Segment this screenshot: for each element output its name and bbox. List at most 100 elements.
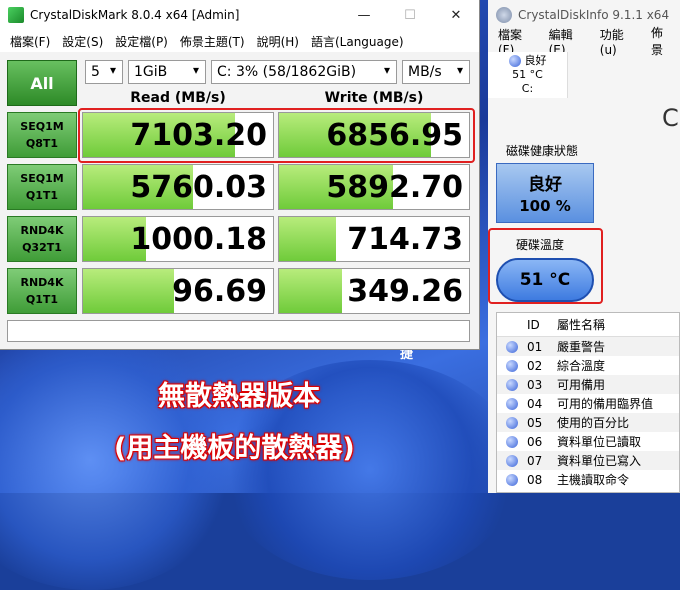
test-label-line2: Q1T1 [25, 189, 59, 202]
menu-help[interactable]: 說明(H) [251, 33, 305, 50]
menu-settings[interactable]: 設定(S) [56, 33, 109, 50]
status-dot-icon [506, 378, 518, 391]
attr-id: 04 [527, 396, 543, 411]
attr-id: 08 [527, 472, 543, 487]
test-button-rnd4k-q32t1[interactable]: RND4K Q32T1 [7, 216, 77, 262]
test-label-line1: SEQ1M [20, 120, 64, 133]
list-item[interactable]: 01 嚴重警告 [497, 337, 679, 356]
attr-name: 嚴重警告 [557, 340, 606, 354]
drive-select-value: C: 3% (58/1862GiB) [217, 64, 357, 80]
read-value: 5760.03 [130, 170, 267, 205]
attr-name: 主機讀取命令 [557, 473, 630, 487]
crystaldiskmark-app-icon [8, 7, 24, 23]
unit-select[interactable]: MB/s ▾ [402, 60, 470, 84]
cdi-menu-theme[interactable]: 佈景 [645, 24, 680, 58]
drive-tab-letter: C: [521, 82, 534, 95]
test-label-line1: RND4K [20, 276, 64, 289]
cdi-menu-function[interactable]: 功能(u) [594, 26, 645, 57]
write-result-rnd4k-q32t1: 714.73 [278, 216, 470, 262]
chevron-down-icon: ▾ [456, 63, 463, 77]
all-button[interactable]: All [7, 60, 77, 106]
test-button-seq1m-q8t1[interactable]: SEQ1M Q8T1 [7, 112, 77, 158]
status-dot-icon [506, 397, 518, 410]
attr-name: 可用備用 [557, 378, 606, 392]
chevron-down-icon: ▾ [383, 63, 390, 77]
size-select[interactable]: 1GiB ▾ [128, 60, 206, 84]
list-item[interactable]: 04 可用的備用臨界值 [497, 394, 679, 413]
attr-name: 使用的百分比 [557, 416, 630, 430]
write-bar-fill [279, 269, 342, 313]
write-value: 714.73 [347, 222, 463, 257]
health-status-label: 磁碟健康狀態 [506, 144, 579, 158]
list-item[interactable]: 05 使用的百分比 [497, 413, 679, 432]
write-result-rnd4k-q1t1: 349.26 [278, 268, 470, 314]
write-result-seq1m-q1t1: 5892.70 [278, 164, 470, 210]
drive-tab-c[interactable]: 良好 51 °C C: [488, 52, 568, 98]
attr-id: 01 [527, 339, 543, 354]
menu-theme[interactable]: 佈景主題(T) [174, 33, 251, 50]
overlay-text-line2: (用主機板的散熱器) [114, 433, 355, 464]
list-item[interactable]: 02 綜合溫度 [497, 356, 679, 375]
attr-id: 03 [527, 377, 543, 392]
comment-input[interactable] [7, 320, 470, 342]
list-item[interactable]: 03 可用備用 [497, 375, 679, 394]
read-result-rnd4k-q32t1: 1000.18 [82, 216, 274, 262]
cdm-window-title: CrystalDiskMark 8.0.4 x64 [Admin] [30, 8, 240, 22]
attr-id: 07 [527, 453, 543, 468]
write-column-header: Write (MB/s) [324, 90, 424, 106]
health-percent-value: 100 % [519, 197, 571, 215]
list-header: ID 屬性名稱 [497, 313, 679, 337]
read-value: 1000.18 [130, 222, 267, 257]
menu-language[interactable]: 語言(Language) [305, 33, 410, 50]
overlay-text-line1: 無散熱器版本 [158, 381, 320, 412]
list-item[interactable]: 08 主機讀取命令 [497, 470, 679, 489]
partial-disk-title: C [662, 104, 679, 132]
unit-select-value: MB/s [408, 64, 442, 80]
list-header-id: ID [527, 317, 540, 332]
status-dot-icon [506, 454, 518, 467]
list-item[interactable]: 06 資料單位已讀取 [497, 432, 679, 451]
crystaldiskmark-window: CrystalDiskMark 8.0.4 x64 [Admin] — ☐ ✕ … [0, 0, 480, 350]
cdi-menubar: 檔案(F) 編輯(E) 功能(u) 佈景 [488, 26, 680, 57]
list-header-name: 屬性名稱 [557, 318, 606, 332]
attr-name: 可用的備用臨界值 [557, 397, 654, 411]
write-value: 349.26 [347, 274, 463, 309]
test-button-rnd4k-q1t1[interactable]: RND4K Q1T1 [7, 268, 77, 314]
chevron-down-icon: ▾ [192, 63, 199, 77]
status-dot-icon [506, 416, 518, 429]
smart-attribute-list: ID 屬性名稱 01 嚴重警告 02 綜合溫度 03 可用備用 04 可用的備用臨界值 … [496, 312, 680, 493]
list-item[interactable]: 07 資料單位已寫入 [497, 451, 679, 470]
maximize-button[interactable]: ☐ [387, 0, 433, 30]
close-button[interactable]: ✕ [433, 0, 479, 30]
menu-file[interactable]: 檔案(F) [4, 33, 56, 50]
chevron-down-icon: ▾ [109, 63, 116, 77]
highlight-box-temperature [488, 228, 603, 304]
attr-name: 資料單位已讀取 [557, 435, 642, 449]
attr-name: 綜合溫度 [557, 359, 606, 373]
test-label-line1: RND4K [20, 224, 64, 237]
read-column-header: Read (MB/s) [130, 90, 226, 106]
test-button-seq1m-q1t1[interactable]: SEQ1M Q1T1 [7, 164, 77, 210]
attr-name: 資料單位已寫入 [557, 454, 642, 468]
write-bar-fill [279, 217, 336, 261]
test-label-line2: Q32T1 [22, 241, 62, 254]
crystaldiskinfo-window: CrystalDiskInfo 9.1.1 x64 檔案(F) 編輯(E) 功能… [488, 0, 680, 493]
cdm-menubar: 檔案(F) 設定(S) 設定檔(P) 佈景主題(T) 說明(H) 語言(Lang… [0, 30, 479, 52]
health-status-value: 良好 [528, 175, 562, 195]
status-dot-icon [506, 473, 518, 486]
minimize-button[interactable]: — [341, 0, 387, 30]
count-select[interactable]: 5 ▾ [85, 60, 123, 84]
drive-tab-status: 良好 [524, 54, 547, 67]
attr-id: 05 [527, 415, 543, 430]
count-select-value: 5 [91, 64, 100, 80]
status-dot-icon [508, 55, 521, 67]
drive-select[interactable]: C: 3% (58/1862GiB) ▾ [211, 60, 397, 84]
menu-profile[interactable]: 設定檔(P) [109, 33, 174, 50]
write-value: 5892.70 [326, 170, 463, 205]
read-value: 96.69 [172, 274, 267, 309]
status-dot-icon [506, 340, 518, 353]
health-status-box: 良好 100 % [496, 163, 594, 223]
attr-id: 02 [527, 358, 543, 373]
crystaldiskinfo-app-icon [496, 7, 512, 23]
drive-tab-temp: 51 °C [512, 68, 543, 81]
